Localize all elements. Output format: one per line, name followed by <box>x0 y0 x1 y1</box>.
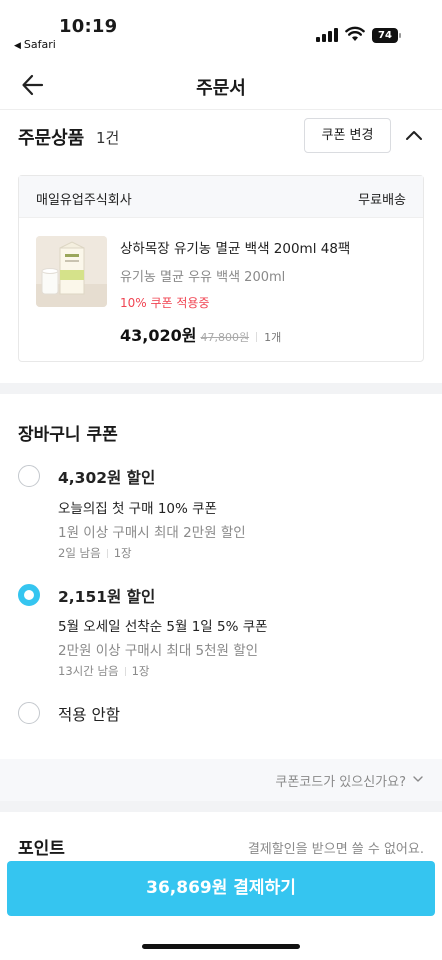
divider <box>256 331 258 342</box>
coupon-name: 5월 오세일 선착순 5월 1일 5% 쿠폰 <box>58 619 268 635</box>
product-name: 상하목장 유기농 멸균 백색 200ml 48팩 <box>120 241 351 257</box>
coupon-code-toggle[interactable]: 쿠폰코드가 있으신가요? <box>0 759 442 801</box>
section-divider <box>0 801 442 812</box>
order-products-header: 주문상품 1건 쿠폰 변경 <box>0 116 442 160</box>
section-divider <box>0 383 442 394</box>
coupon-remaining: 2일 남음 <box>58 546 101 560</box>
battery-level: 74 <box>372 28 398 43</box>
coupon-code-prompt[interactable]: 쿠폰코드가 있으신가요? <box>275 771 406 790</box>
home-indicator[interactable] <box>142 944 300 949</box>
coupon-condition: 2만원 이상 구매시 최대 5천원 할인 <box>58 643 259 659</box>
page-title: 주문서 <box>196 78 246 99</box>
price-row: 43,020원 47,800원 1개 <box>120 322 281 346</box>
chevron-up-icon[interactable] <box>402 124 426 148</box>
status-time: 10:19 <box>59 16 118 37</box>
coupon-radio-none[interactable] <box>18 702 40 724</box>
seller-row: 매일유업주식회사 무료배송 <box>19 176 423 218</box>
product-quantity: 1개 <box>264 331 282 344</box>
coupon-remaining: 13시간 남음 <box>58 664 119 678</box>
status-bar: 10:19 ◀ Safari 74 <box>0 0 442 56</box>
coupon-name: 오늘의집 첫 구매 10% 쿠폰 <box>58 501 217 517</box>
wifi-icon <box>345 26 365 41</box>
coupon-radio-first-purchase[interactable] <box>18 465 40 487</box>
original-price: 47,800원 <box>200 331 250 344</box>
product-card: 매일유업주식회사 무료배송 상하목장 유기농 멸균 백색 200ml 48팩 유… <box>18 175 424 362</box>
coupon-meta: 2일 남음 1장 <box>58 545 132 561</box>
order-products-label: 주문상품 <box>18 128 85 149</box>
coupon-none-label[interactable]: 적용 안함 <box>58 703 120 725</box>
battery-icon: 74 <box>372 28 402 43</box>
coupon-count: 1장 <box>113 546 132 560</box>
cart-coupon-title: 장바구니 쿠폰 <box>18 425 118 445</box>
coupon-discount[interactable]: 4,302원 할인 <box>58 466 155 488</box>
coupon-radio-may-sale[interactable] <box>18 584 40 606</box>
nav-bar: 주문서 <box>0 62 442 110</box>
product-option: 유기농 멸균 우유 백색 200ml <box>120 270 286 285</box>
coupon-meta: 13시간 남음 1장 <box>58 663 150 679</box>
points-title: 포인트 <box>18 839 65 859</box>
product-price: 43,020원 <box>120 326 197 345</box>
divider <box>124 667 126 676</box>
cellular-signal-icon <box>316 28 338 42</box>
seller-name: 매일유업주식회사 <box>36 193 132 208</box>
back-to-app-link[interactable]: ◀ Safari <box>14 38 56 51</box>
order-products-count: 1건 <box>96 129 120 147</box>
applied-coupon-label: 10% 쿠폰 적용중 <box>120 296 210 310</box>
divider <box>106 549 108 558</box>
coupon-change-button[interactable]: 쿠폰 변경 <box>304 118 391 153</box>
coupon-count: 1장 <box>131 664 150 678</box>
points-note: 결제할인을 받으면 쓸 수 없어요. <box>247 842 424 857</box>
pay-button[interactable]: 36,869원 결제하기 <box>7 861 435 916</box>
back-triangle-icon: ◀ <box>14 41 21 51</box>
shipping-info: 무료배송 <box>358 193 406 208</box>
product-thumbnail[interactable] <box>36 236 107 307</box>
chevron-down-icon <box>413 776 423 782</box>
back-app-label: Safari <box>23 38 56 51</box>
coupon-discount[interactable]: 2,151원 할인 <box>58 585 155 607</box>
coupon-condition: 1원 이상 구매시 최대 2만원 할인 <box>58 525 246 541</box>
